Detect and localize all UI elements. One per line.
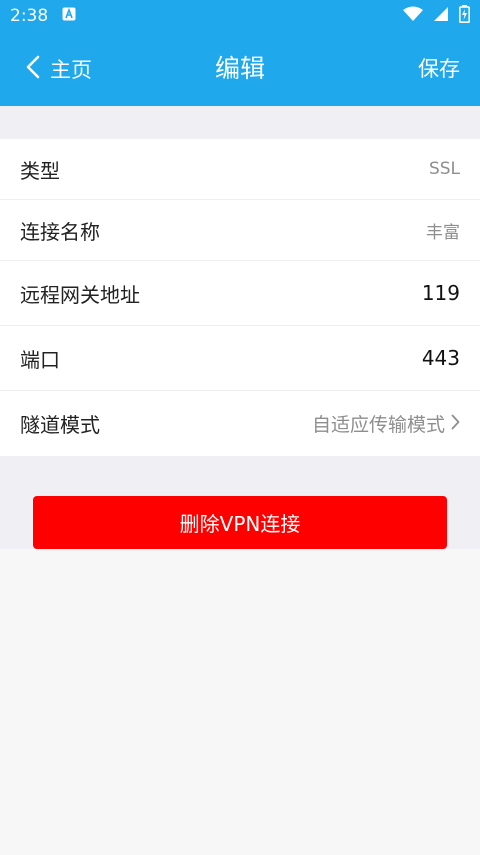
field-connection-name-row[interactable]: 连接名称 丰富 (0, 200, 480, 261)
field-tunnel-mode-row[interactable]: 隧道模式 自适应传输模式 (0, 391, 480, 456)
top-bar: 2:38 主页 编辑 保存 (0, 0, 480, 106)
field-value: 丰富 (426, 222, 460, 243)
status-time: 2:38 (10, 6, 49, 26)
a-badge-icon (62, 6, 76, 26)
chevron-left-icon (26, 55, 40, 84)
signal-icon (433, 6, 449, 27)
field-label: 端口 (20, 347, 60, 372)
field-value: SSL (428, 159, 460, 179)
save-button[interactable]: 保存 (418, 32, 460, 106)
field-value: 119 (421, 281, 460, 305)
field-label: 类型 (20, 158, 60, 183)
field-port-row[interactable]: 端口 443 (0, 326, 480, 391)
app-bar: 主页 编辑 保存 (0, 32, 480, 106)
field-gateway-row[interactable]: 远程网关地址 119 (0, 261, 480, 326)
field-value: 自适应传输模式 (311, 414, 445, 436)
field-value: 443 (421, 346, 460, 370)
field-label: 远程网关地址 (20, 282, 140, 307)
chevron-right-icon (451, 413, 460, 435)
section-gap (0, 106, 480, 139)
vpn-settings-list: 类型 SSL 连接名称 丰富 远程网关地址 119 端口 443 隧道模式 自适… (0, 139, 480, 456)
field-label: 连接名称 (20, 219, 100, 244)
delete-section: 删除VPN连接 (0, 456, 480, 549)
back-button[interactable]: 主页 (26, 32, 92, 106)
empty-area (0, 549, 480, 855)
delete-vpn-button[interactable]: 删除VPN连接 (33, 496, 447, 549)
battery-charging-icon (459, 4, 470, 28)
status-bar: 2:38 (0, 0, 480, 32)
field-label: 隧道模式 (20, 413, 100, 437)
wifi-icon (403, 6, 423, 27)
field-type-row[interactable]: 类型 SSL (0, 139, 480, 200)
back-label: 主页 (50, 58, 92, 82)
